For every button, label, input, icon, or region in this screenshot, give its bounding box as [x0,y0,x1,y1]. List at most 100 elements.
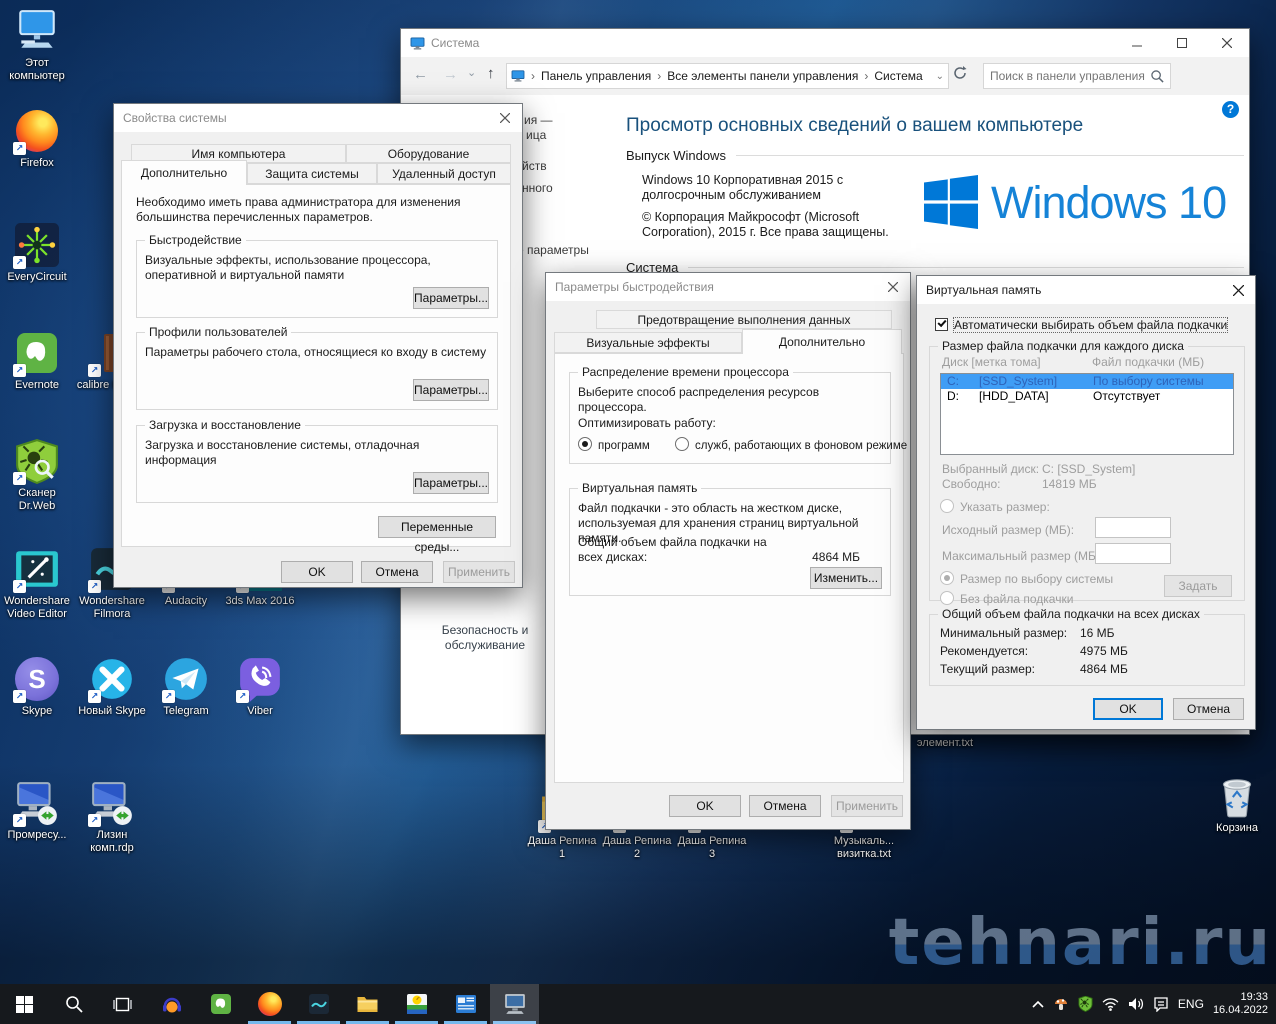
system-window-titlebar[interactable]: Система [401,29,1249,57]
drive-row-selected[interactable]: C:[SSD_System]По выбору системы [941,374,1233,389]
sidebar-link-fragment[interactable]: нного [522,181,553,195]
radio-programs[interactable] [578,437,592,451]
forward-icon[interactable]: → [443,66,458,83]
taskbar-evernote[interactable] [196,984,245,1024]
tray-chevron-icon[interactable] [1032,1000,1044,1008]
drweb-tray-icon[interactable] [1078,996,1093,1012]
tab-visual-effects[interactable]: Визуальные эффекты [554,332,742,353]
performance-settings-button[interactable]: Параметры... [413,287,489,309]
initial-size-input[interactable] [1095,517,1171,538]
drive-row[interactable]: D:[HDD_DATA]Отсутствует [941,389,1233,404]
desktop-icon-lizin-rdp[interactable]: Лизин комп.rdp [76,780,148,855]
tab-advanced[interactable]: Дополнительно [121,160,247,185]
sidebar-link-fragment[interactable]: йств [522,159,547,173]
tab-hardware[interactable]: Оборудование [346,144,511,163]
radio-no-pagefile-label[interactable]: Без файла подкачки [960,592,1073,606]
desktop-icon-viber[interactable]: Viber [224,656,296,718]
language-indicator[interactable]: ENG [1178,997,1204,1011]
breadcrumb-dropdown-icon[interactable]: ⌄ [936,71,944,82]
dialog-titlebar[interactable]: Свойства системы [114,104,522,132]
desktop-icon-wondershare-video-editor[interactable]: Wondershare Video Editor [1,546,73,621]
desktop-icon-this-pc[interactable]: Этот компьютер [1,8,73,83]
tab-remote[interactable]: Удаленный доступ [377,163,511,184]
close-icon[interactable] [488,104,522,132]
desktop-icon-everycircuit[interactable]: EveryCircuit [1,222,73,284]
up-icon[interactable]: ↑ [487,65,495,82]
sidebar-link-fragment[interactable]: е параметры [517,243,589,257]
profiles-settings-button[interactable]: Параметры... [413,379,489,401]
tray-app-icon[interactable] [1053,996,1069,1012]
radio-system-managed[interactable] [940,571,954,585]
apply-button[interactable]: Применить [443,561,515,583]
radio-system-managed-label[interactable]: Размер по выбору системы [960,572,1113,586]
desktop-icon-new-skype[interactable]: Новый Skype [76,656,148,718]
radio-services-label[interactable]: служб, работающих в фоновом режиме [695,440,907,452]
radio-no-pagefile[interactable] [940,591,954,605]
search-input[interactable] [984,69,1151,83]
back-icon[interactable]: ← [413,66,428,83]
sidebar-link-fragment[interactable]: ица [526,128,546,142]
ok-button[interactable]: OK [669,795,741,817]
desktop-icon-evernote[interactable]: Evernote [1,330,73,392]
dialog-titlebar[interactable]: Параметры быстродействия [546,273,910,301]
taskbar-clock[interactable]: 19:33 16.04.2022 [1213,991,1268,1017]
breadcrumb-all-items[interactable]: Все элементы панели управления [667,69,858,83]
cancel-button[interactable]: Отмена [361,561,433,583]
cancel-button[interactable]: Отмена [749,795,821,817]
taskbar-search-button[interactable] [49,984,98,1024]
minimize-button[interactable] [1114,29,1159,57]
taskbar-control-panel-app[interactable] [441,984,490,1024]
change-button[interactable]: Изменить... [810,567,882,589]
startup-settings-button[interactable]: Параметры... [413,472,489,494]
set-button[interactable]: Задать [1164,575,1232,597]
task-view-button[interactable] [98,984,147,1024]
close-icon[interactable] [1221,276,1255,304]
environment-variables-button[interactable]: Переменные среды... [378,516,496,538]
tab-system-protection[interactable]: Защита системы [247,163,377,184]
maximize-button[interactable] [1159,29,1204,57]
taskbar-system-window[interactable] [490,984,539,1024]
max-size-input[interactable] [1095,543,1171,564]
taskbar-audacity[interactable] [147,984,196,1024]
start-button[interactable] [0,984,49,1024]
breadcrumb-control-panel[interactable]: Панель управления [541,69,651,83]
search-icon[interactable] [1151,70,1164,83]
desktop-icon-telegram[interactable]: Telegram [150,656,222,718]
taskbar-firefox[interactable] [245,984,294,1024]
breadcrumb[interactable]: › Панель управления › Все элементы панел… [506,63,949,89]
radio-programs-label[interactable]: программ [598,440,650,452]
security-maintenance-link[interactable]: Безопасность и обслуживание [419,623,551,653]
radio-background-services[interactable] [675,437,689,451]
refresh-icon[interactable] [953,66,967,85]
nav-dropdown-icon[interactable]: ⌄ [467,66,476,79]
action-center-icon[interactable] [1153,997,1169,1012]
taskbar-file-explorer[interactable] [343,984,392,1024]
taskbar-filmora[interactable] [294,984,343,1024]
drive-list[interactable]: C:[SSD_System]По выбору системы D:[HDD_D… [940,373,1234,455]
apply-button[interactable]: Применить [831,795,903,817]
cancel-button[interactable]: Отмена [1173,698,1244,720]
breadcrumb-system[interactable]: Система [874,69,922,83]
tab-dep[interactable]: Предотвращение выполнения данных [596,310,892,329]
close-button[interactable] [1204,29,1249,57]
desktop-icon-promresu-rdp[interactable]: Промресу... [1,780,73,842]
ok-button[interactable]: OK [1093,698,1163,720]
tab-advanced[interactable]: Дополнительно [742,329,902,354]
sidebar-link-fragment[interactable]: ия — [524,113,553,127]
search-box[interactable] [983,63,1171,89]
desktop-icon-firefox[interactable]: Firefox [1,108,73,170]
auto-manage-checkbox[interactable] [935,318,948,331]
volume-icon[interactable] [1128,997,1144,1011]
radio-custom-size-label[interactable]: Указать размер: [960,500,1050,514]
desktop-icon-drweb-scanner[interactable]: Сканер Dr.Web [1,438,73,513]
taskbar-acdsee[interactable] [392,984,441,1024]
dialog-titlebar[interactable]: Виртуальная память [917,276,1255,304]
ok-button[interactable]: OK [281,561,353,583]
desktop-icon-recycle-bin[interactable]: Корзина [1201,773,1273,835]
close-icon[interactable] [876,273,910,301]
wifi-icon[interactable] [1102,998,1119,1011]
auto-manage-label[interactable]: Автоматически выбирать объем файла подка… [954,318,1227,332]
desktop-icon-skype[interactable]: S Skype [1,656,73,718]
radio-custom-size[interactable] [940,499,954,513]
help-icon[interactable]: ? [1222,101,1239,118]
